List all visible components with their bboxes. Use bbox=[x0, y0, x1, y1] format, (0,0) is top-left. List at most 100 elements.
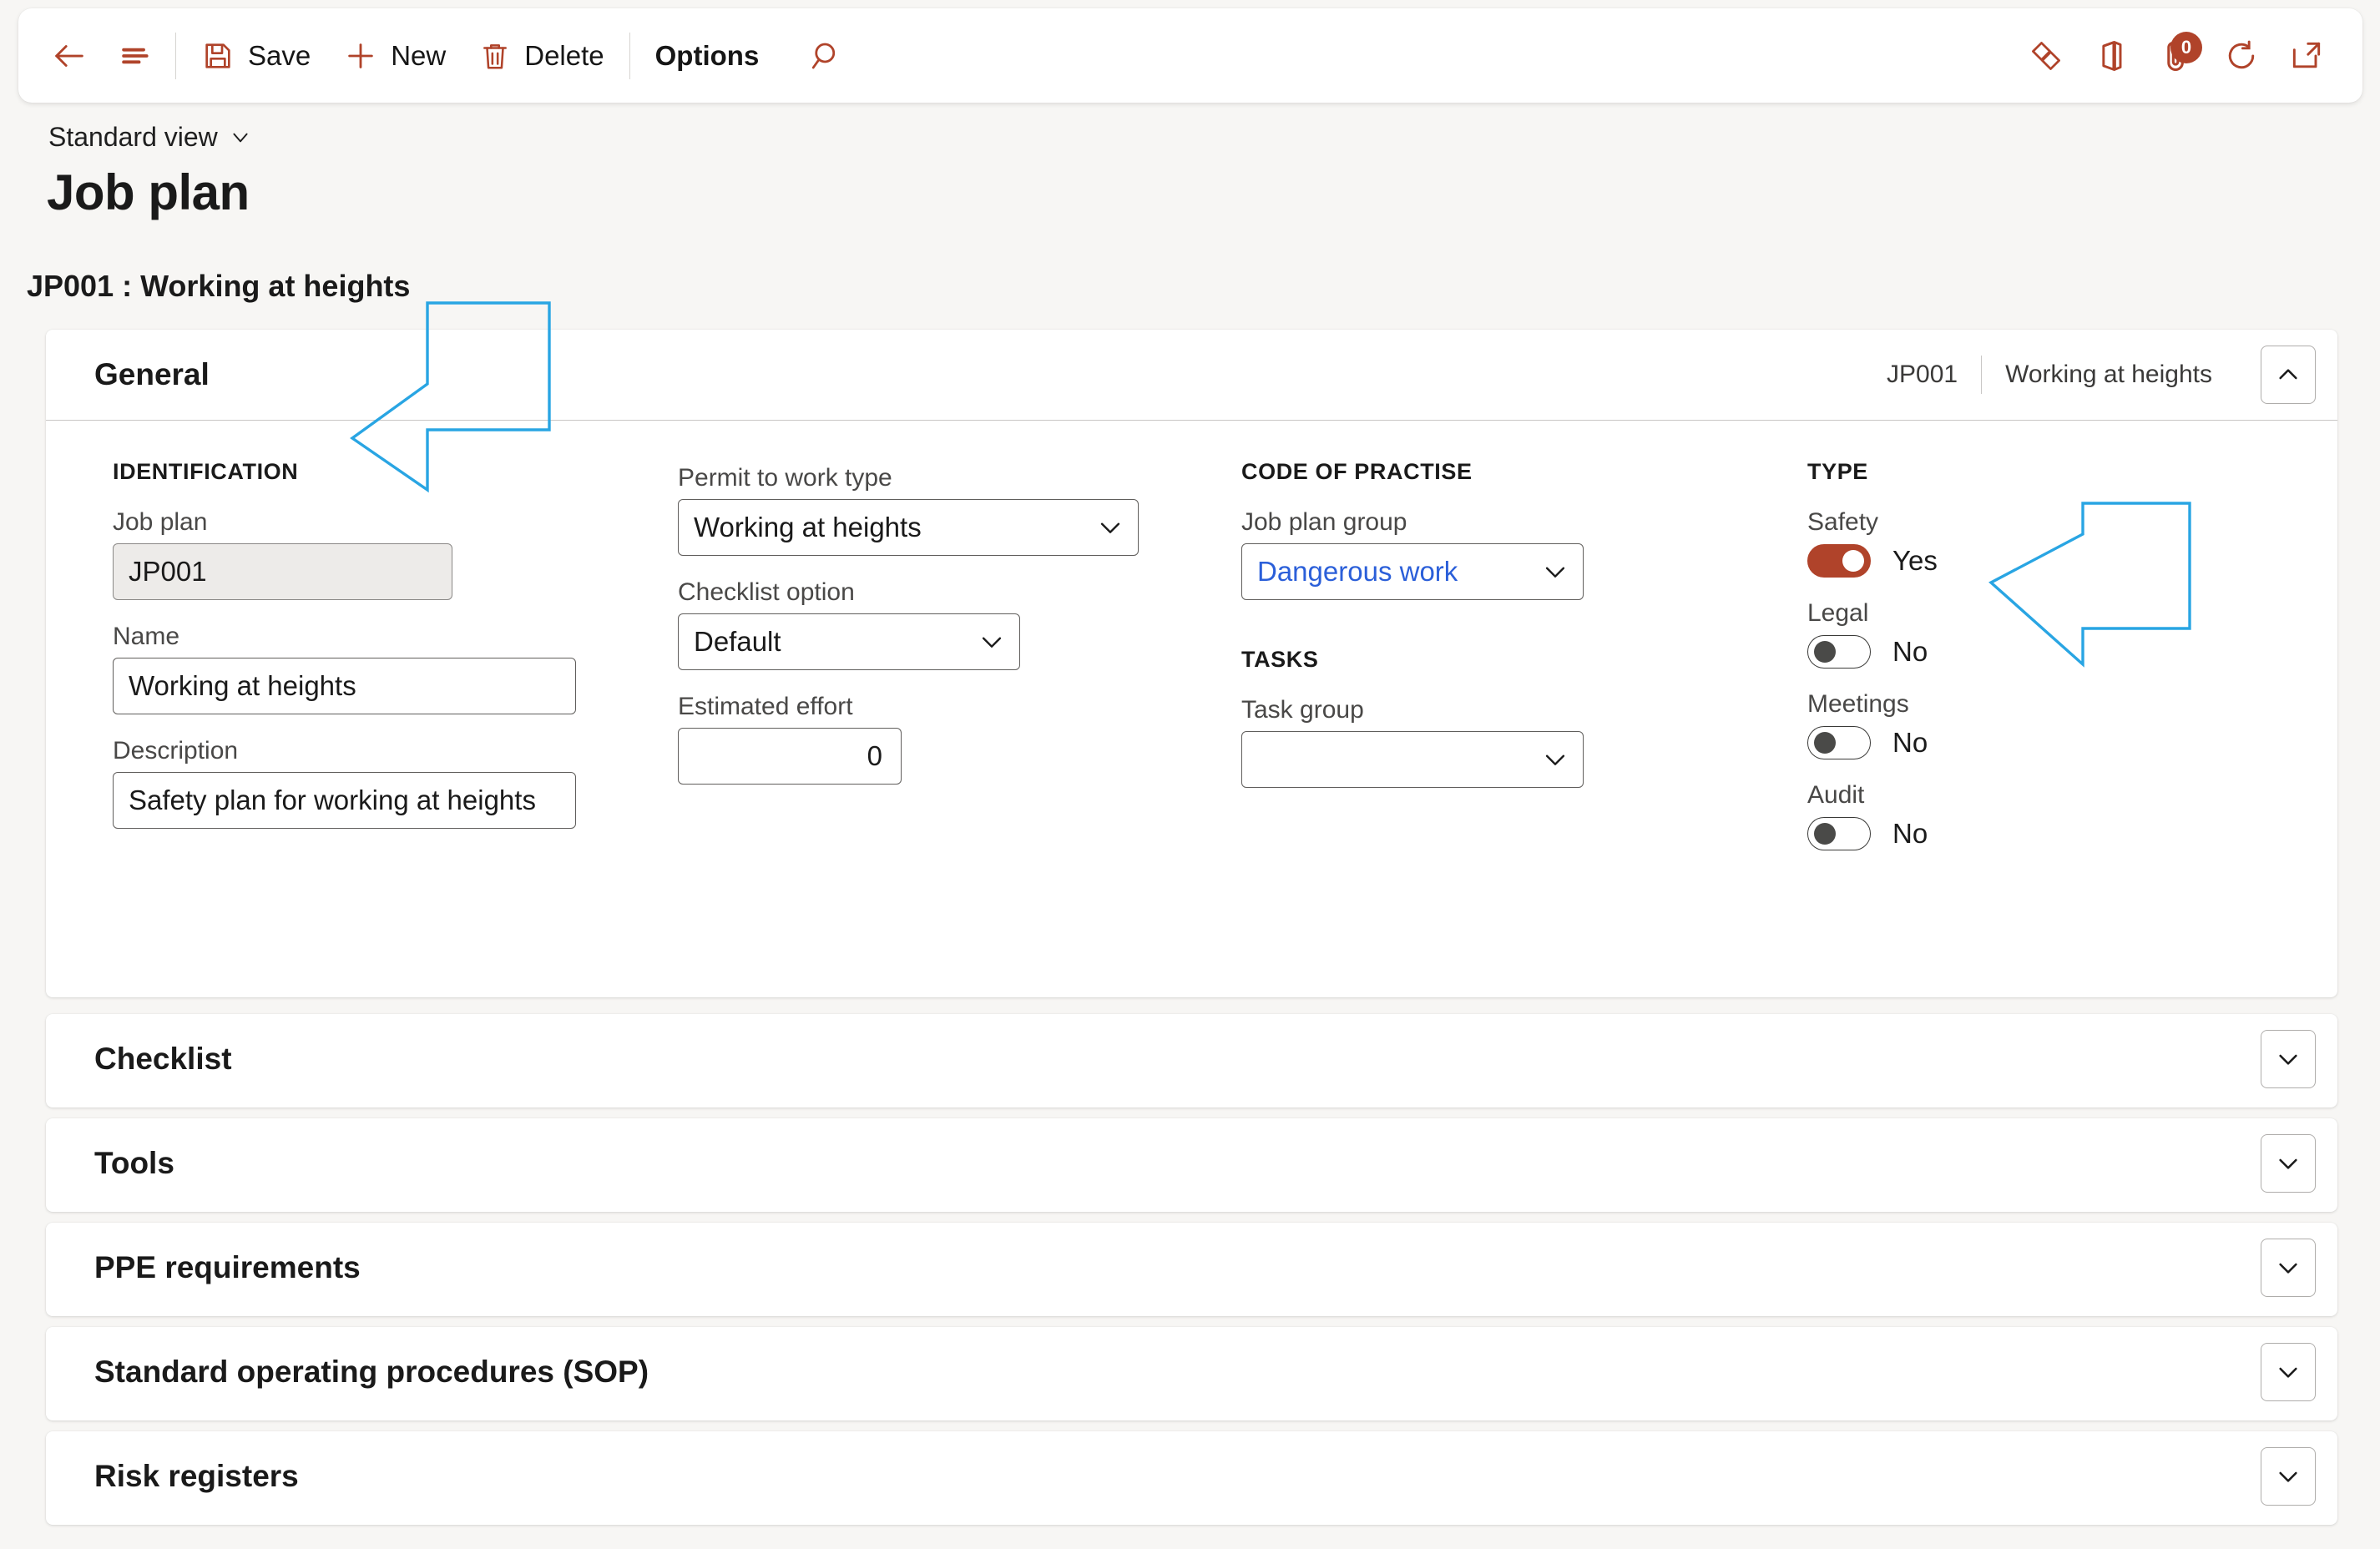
legal-toggle-row: No bbox=[1807, 635, 2158, 669]
ppe-requirements-section-card[interactable]: PPE requirements bbox=[46, 1223, 2337, 1316]
code-of-practise-column: CODE OF PRACTISE Job plan group Dangerou… bbox=[1241, 459, 1642, 810]
risk-registers-section-header[interactable]: Risk registers bbox=[46, 1431, 2337, 1521]
description-field: Description Safety plan for working at h… bbox=[113, 737, 580, 829]
safety-toggle[interactable] bbox=[1807, 544, 1871, 578]
open-in-new-window-button[interactable] bbox=[2274, 26, 2339, 86]
job-plan-group-value: Dangerous work bbox=[1257, 556, 1458, 587]
attachments-button[interactable]: 0 bbox=[2144, 26, 2209, 86]
risk-registers-section-title: Risk registers bbox=[94, 1459, 299, 1493]
meetings-toggle-value: No bbox=[1892, 727, 1928, 758]
ppe-requirements-expand-button[interactable] bbox=[2261, 1239, 2316, 1297]
page-title: Job plan bbox=[47, 164, 250, 220]
show-list-button[interactable] bbox=[102, 26, 167, 86]
risk-registers-expand-button[interactable] bbox=[2261, 1447, 2316, 1506]
legal-label: Legal bbox=[1807, 599, 1869, 627]
job-plan-label: Job plan bbox=[113, 508, 208, 536]
name-label: Name bbox=[113, 623, 180, 650]
power-apps-button[interactable] bbox=[2014, 26, 2079, 86]
estimated-effort-input[interactable]: 0 bbox=[678, 728, 902, 785]
refresh-button[interactable] bbox=[2209, 26, 2274, 86]
toggle-knob bbox=[1842, 550, 1864, 572]
options-button-label: Options bbox=[654, 39, 760, 71]
job-plan-group-field: Job plan group Dangerous work bbox=[1241, 508, 1642, 600]
open-in-office-button[interactable] bbox=[2079, 26, 2144, 86]
name-input[interactable]: Working at heights bbox=[113, 658, 576, 714]
checklist-section-card[interactable]: Checklist bbox=[46, 1014, 2337, 1108]
checklist-header-right bbox=[2236, 1030, 2316, 1088]
office-icon bbox=[2102, 40, 2122, 71]
chevron-up-icon bbox=[2279, 369, 2297, 380]
new-button[interactable]: New bbox=[327, 26, 462, 86]
tools-expand-button[interactable] bbox=[2261, 1134, 2316, 1193]
meetings-toggle-field: Meetings No bbox=[1807, 690, 2158, 759]
task-group-select[interactable] bbox=[1241, 731, 1584, 788]
search-button[interactable] bbox=[794, 26, 859, 86]
save-button-label: Save bbox=[248, 39, 311, 71]
chevron-down-icon bbox=[1545, 567, 1565, 578]
back-button[interactable] bbox=[37, 26, 102, 86]
toolbar-divider bbox=[175, 32, 176, 79]
checklist-option-label: Checklist option bbox=[678, 578, 855, 606]
list-lines-icon bbox=[122, 48, 149, 63]
job-plan-value: JP001 bbox=[129, 556, 207, 587]
meetings-toggle[interactable] bbox=[1807, 726, 1871, 759]
checklist-option-value: Default bbox=[694, 626, 781, 657]
save-button[interactable]: Save bbox=[184, 26, 327, 86]
task-group-label: Task group bbox=[1241, 696, 1364, 724]
description-input[interactable]: Safety plan for working at heights bbox=[113, 772, 576, 829]
save-disk-icon bbox=[205, 43, 230, 68]
checklist-section-header[interactable]: Checklist bbox=[46, 1014, 2337, 1104]
risk-registers-section-card[interactable]: Risk registers bbox=[46, 1431, 2337, 1525]
type-column: TYPE Safety Yes Legal No Meetings No Aud… bbox=[1807, 459, 2158, 872]
general-form-body: IDENTIFICATION Job plan JP001 Name Worki… bbox=[46, 421, 2337, 961]
delete-button-label: Delete bbox=[524, 39, 604, 71]
summary-job-plan-name: Working at heights bbox=[2005, 361, 2212, 388]
sop-section-header[interactable]: Standard operating procedures (SOP) bbox=[46, 1327, 2337, 1417]
meetings-label: Meetings bbox=[1807, 690, 1909, 718]
audit-label: Audit bbox=[1807, 781, 1865, 809]
job-plan-field: Job plan JP001 bbox=[113, 508, 580, 600]
chevron-down-icon bbox=[2279, 1367, 2297, 1378]
ppe-header-right bbox=[2236, 1239, 2316, 1297]
legal-toggle-field: Legal No bbox=[1807, 599, 2158, 669]
job-plan-group-select[interactable]: Dangerous work bbox=[1241, 543, 1584, 600]
options-button[interactable]: Options bbox=[639, 26, 776, 86]
work-settings-column: Permit to work type Working at heights C… bbox=[678, 464, 1195, 807]
summary-job-plan-id: JP001 bbox=[1887, 361, 1958, 388]
record-caption: JP001 : Working at heights bbox=[27, 269, 411, 303]
command-bar: Save New Delete Options 0 bbox=[18, 8, 2362, 103]
checklist-option-field: Checklist option Default bbox=[678, 578, 1195, 670]
meetings-toggle-row: No bbox=[1807, 726, 2158, 759]
general-section-header[interactable]: General JP001 Working at heights bbox=[46, 330, 2337, 420]
general-section-summary: JP001 Working at heights bbox=[1863, 346, 2316, 404]
toggle-knob bbox=[1814, 641, 1836, 663]
sop-expand-button[interactable] bbox=[2261, 1343, 2316, 1401]
safety-label: Safety bbox=[1807, 508, 1879, 536]
sop-section-card[interactable]: Standard operating procedures (SOP) bbox=[46, 1327, 2337, 1420]
legal-toggle-value: No bbox=[1892, 636, 1928, 667]
legal-toggle[interactable] bbox=[1807, 635, 1871, 669]
description-value: Safety plan for working at heights bbox=[129, 785, 536, 815]
trash-icon bbox=[483, 43, 508, 69]
toolbar-divider-2 bbox=[629, 32, 630, 79]
tools-section-header[interactable]: Tools bbox=[46, 1118, 2337, 1208]
delete-button[interactable]: Delete bbox=[462, 26, 620, 86]
general-section-title: General bbox=[94, 357, 210, 391]
view-selector[interactable]: Standard view bbox=[48, 122, 251, 153]
audit-toggle[interactable] bbox=[1807, 817, 1871, 850]
chevron-down-icon bbox=[982, 637, 1002, 648]
chevron-down-icon bbox=[2279, 1471, 2297, 1482]
ppe-requirements-section-title: PPE requirements bbox=[94, 1250, 361, 1284]
permit-to-work-type-select[interactable]: Working at heights bbox=[678, 499, 1139, 556]
safety-toggle-value: Yes bbox=[1892, 545, 1938, 576]
checklist-expand-button[interactable] bbox=[2261, 1030, 2316, 1088]
general-collapse-button[interactable] bbox=[2261, 346, 2316, 404]
job-plan-input[interactable]: JP001 bbox=[113, 543, 452, 600]
audit-toggle-field: Audit No bbox=[1807, 781, 2158, 850]
estimated-effort-label: Estimated effort bbox=[678, 693, 853, 720]
safety-toggle-field: Safety Yes bbox=[1807, 508, 2158, 578]
checklist-option-select[interactable]: Default bbox=[678, 613, 1020, 670]
name-field: Name Working at heights bbox=[113, 623, 580, 714]
tools-section-card[interactable]: Tools bbox=[46, 1118, 2337, 1212]
ppe-requirements-section-header[interactable]: PPE requirements bbox=[46, 1223, 2337, 1313]
